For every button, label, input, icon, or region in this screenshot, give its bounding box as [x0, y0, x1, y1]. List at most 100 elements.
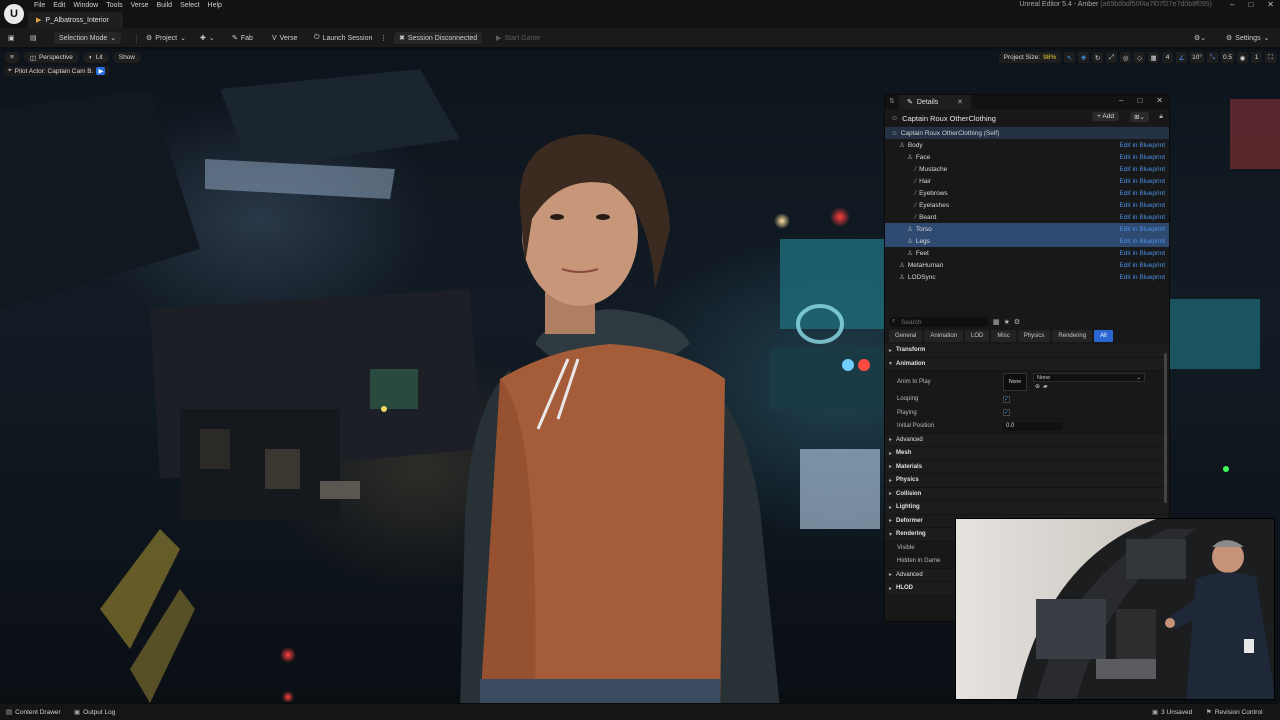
surface-snap-icon[interactable]: ◇ — [1134, 52, 1146, 63]
grid-size-value[interactable]: 4 — [1162, 52, 1174, 63]
edit-in-blueprint-link[interactable]: Edit in Blueprint — [1119, 166, 1165, 173]
content-icon[interactable]: ▤ — [30, 32, 37, 44]
looping-checkbox[interactable]: ✓ — [1003, 395, 1010, 403]
component-row[interactable]: ♙ LODSync Edit in Blueprint — [885, 271, 1169, 283]
rotate-tool-icon[interactable]: ↻ — [1092, 52, 1104, 63]
category-materials[interactable]: ▸ Materials — [885, 460, 1169, 474]
maximize-icon[interactable]: □ — [1137, 96, 1142, 105]
category-physics[interactable]: ▸ Physics — [885, 474, 1169, 488]
viewport-menu-icon[interactable]: ≡ — [4, 52, 20, 63]
component-row[interactable]: ♙ Face Edit in Blueprint — [885, 151, 1169, 163]
details-scrollbar[interactable] — [1164, 353, 1167, 503]
filter-tab-animation[interactable]: Animation — [924, 330, 964, 342]
pilot-actor-badge[interactable]: ⌖ Pilot Actor: Captain Cam B. ▶ — [4, 66, 110, 76]
close-icon[interactable]: ✕ — [1156, 96, 1163, 105]
maximize-icon[interactable]: □ — [1248, 0, 1253, 9]
edit-in-blueprint-link[interactable]: Edit in Blueprint — [1119, 190, 1165, 197]
selection-mode-dropdown[interactable]: Selection Mode ⌄ — [54, 32, 122, 44]
anim-thumbnail[interactable]: None — [1003, 373, 1027, 391]
fab-button[interactable]: ✎ Fab — [232, 32, 253, 44]
edit-in-blueprint-link[interactable]: Edit in Blueprint — [1119, 274, 1165, 281]
more-options-icon[interactable]: ⋮ — [380, 32, 387, 44]
playing-checkbox[interactable]: ✓ — [1003, 409, 1010, 417]
filter-tab-physics[interactable]: Physics — [1017, 330, 1051, 342]
edit-in-blueprint-link[interactable]: Edit in Blueprint — [1119, 226, 1165, 233]
edit-in-blueprint-link[interactable]: Edit in Blueprint — [1119, 154, 1165, 161]
menu-verse[interactable]: Verse — [131, 1, 157, 10]
minimize-icon[interactable]: – — [1230, 0, 1234, 9]
component-row-self[interactable]: ☺ Captain Roux OtherClothing (Self) — [885, 127, 1169, 139]
component-row[interactable]: ⁄ Mustache Edit in Blueprint — [885, 163, 1169, 175]
unsaved-button[interactable]: ▣ 3 Unsaved — [1152, 708, 1192, 717]
edit-in-blueprint-link[interactable]: Edit in Blueprint — [1119, 214, 1165, 221]
launch-session-button[interactable]: ⏻ Launch Session — [314, 32, 372, 44]
table-view-icon[interactable]: ▦ — [993, 318, 1000, 326]
category-advanced[interactable]: ▸ Advanced — [885, 433, 1169, 447]
component-row[interactable]: ♙ Body Edit in Blueprint — [885, 139, 1169, 151]
component-row[interactable]: ⁄ Eyebrows Edit in Blueprint — [885, 187, 1169, 199]
menu-select[interactable]: Select — [180, 1, 207, 10]
camera-speed-value[interactable]: 1 — [1251, 52, 1262, 63]
details-search-input[interactable] — [889, 317, 989, 327]
settings-button[interactable]: ⚙ Settings ⌄ — [1226, 32, 1269, 44]
gear-icon[interactable]: ⚙ — [1014, 318, 1020, 326]
revision-control-button[interactable]: ⚑ Revision Control — [1206, 708, 1263, 717]
add-content-button[interactable]: ✚ ⌄ — [200, 32, 215, 44]
menu-edit[interactable]: Edit — [53, 1, 73, 10]
component-row[interactable]: ♙ Legs Edit in Blueprint — [885, 235, 1169, 247]
edit-in-blueprint-link[interactable]: Edit in Blueprint — [1119, 178, 1165, 185]
component-row[interactable]: ♙ MetaHuman Edit in Blueprint — [885, 259, 1169, 271]
details-tab[interactable]: ✎ Details ✕ — [899, 95, 971, 109]
browse-icon[interactable]: ⊕ — [1035, 383, 1040, 390]
platform-icon[interactable]: ⚙⌄ — [1194, 32, 1206, 44]
folder-icon[interactable]: ▰ — [1043, 383, 1048, 390]
scale-tool-icon[interactable]: ⤢ — [1106, 52, 1118, 63]
content-drawer-button[interactable]: ▤ Content Drawer — [6, 708, 61, 717]
category-animation[interactable]: ▾ Animation — [885, 357, 1169, 371]
camera-speed-icon[interactable]: ◉ — [1237, 52, 1248, 63]
close-icon[interactable]: ✕ — [1267, 0, 1274, 9]
project-size-indicator[interactable]: Project Size: 98% — [998, 52, 1062, 63]
save-icon[interactable]: ▣ — [8, 32, 15, 44]
menu-build[interactable]: Build — [157, 1, 181, 10]
perspective-button[interactable]: ◫ Perspective — [23, 52, 79, 63]
minimize-icon[interactable]: – — [1119, 96, 1123, 105]
character-model[interactable] — [440, 89, 780, 703]
close-tab-icon[interactable]: ✕ — [957, 98, 963, 106]
add-component-button[interactable]: + Add — [1092, 112, 1119, 121]
output-log-button[interactable]: ▣ Output Log — [74, 708, 115, 717]
rotation-snap-value[interactable]: 10° — [1190, 52, 1204, 63]
filter-tab-general[interactable]: General — [889, 330, 923, 342]
grid-snap-icon[interactable]: ▦ — [1148, 52, 1160, 63]
scale-snap-value[interactable]: 0.5 — [1220, 52, 1234, 63]
component-row[interactable]: ⁄ Eyelashes Edit in Blueprint — [885, 199, 1169, 211]
translate-tool-icon[interactable]: ✥ — [1078, 52, 1090, 63]
component-row[interactable]: ♙ Torso Edit in Blueprint — [885, 223, 1169, 235]
anim-asset-dropdown[interactable]: None ⌄ — [1033, 373, 1145, 382]
filter-tab-lod[interactable]: LOD — [965, 330, 990, 342]
verse-button[interactable]: V Verse — [272, 32, 298, 44]
lit-button[interactable]: ◐ Lit — [82, 52, 109, 63]
category-collision[interactable]: ▸ Collision — [885, 487, 1169, 501]
filter-tab-rendering[interactable]: Rendering — [1052, 330, 1093, 342]
world-space-icon[interactable]: ◎ — [1120, 52, 1132, 63]
category-transform[interactable]: ▸ Transform — [885, 344, 1169, 358]
menu-tools[interactable]: Tools — [106, 1, 130, 10]
project-button[interactable]: ⚙ Project ⌄ — [146, 32, 186, 44]
component-row[interactable]: ⁄ Hair Edit in Blueprint — [885, 175, 1169, 187]
component-row[interactable]: ⁄ Beard Edit in Blueprint — [885, 211, 1169, 223]
menu-file[interactable]: File — [34, 1, 53, 10]
scale-snap-icon[interactable]: ⤡ — [1206, 52, 1218, 63]
filter-tab-all[interactable]: All — [1094, 330, 1113, 342]
edit-in-blueprint-link[interactable]: Edit in Blueprint — [1119, 202, 1165, 209]
blueprint-options-button[interactable]: ⊞⌄ — [1130, 112, 1149, 122]
unreal-logo-icon[interactable]: U — [4, 4, 24, 24]
camera-icon[interactable]: ▶ — [96, 67, 106, 75]
panel-options-icon[interactable]: ⇅ — [889, 97, 895, 105]
menu-window[interactable]: Window — [73, 1, 106, 10]
edit-in-blueprint-link[interactable]: Edit in Blueprint — [1119, 262, 1165, 269]
level-tab[interactable]: ▶ P_Albatross_Interior — [28, 12, 123, 28]
lock-icon[interactable]: 🔒︎ — [1159, 113, 1163, 121]
filter-tab-misc[interactable]: Misc — [991, 330, 1016, 342]
favorite-star-icon[interactable]: ★ — [1004, 318, 1010, 326]
